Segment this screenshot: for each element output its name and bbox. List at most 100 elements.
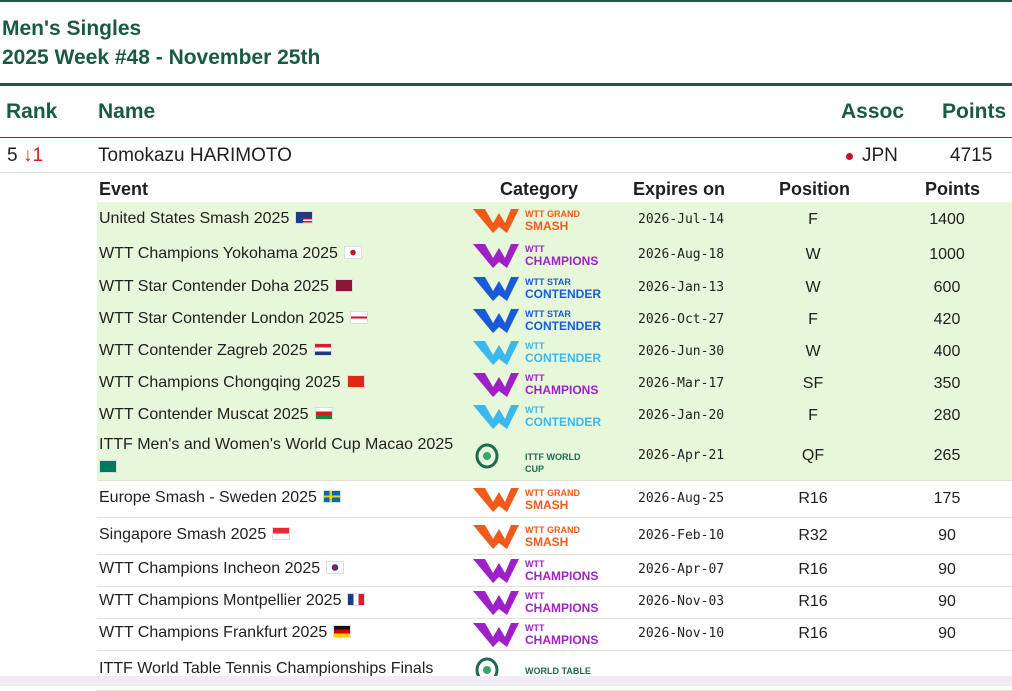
event-name[interactable]: WTT Champions Chongqing 2025	[99, 374, 365, 392]
event-row[interactable]: WTT Champions Incheon 2025 WTT CHAMPIONS 20…	[97, 554, 1012, 587]
player-row[interactable]: 5 ↓1 Tomokazu HARIMOTO JPN 4715	[0, 139, 1012, 173]
event-position: F	[808, 407, 818, 424]
event-name-text[interactable]: WTT Star Contender Doha 2025	[99, 278, 329, 295]
champions-logo-icon: WTT CHAMPIONS	[473, 240, 598, 270]
player-rank: 5	[7, 145, 18, 166]
event-position: R16	[798, 593, 828, 610]
event-row[interactable]: WTT Champions Frankfurt 2025 WTT CHAMPIONS…	[97, 618, 1012, 651]
event-name-text[interactable]: Singapore Smash 2025	[99, 526, 266, 543]
event-position: F	[808, 211, 818, 228]
event-col-header-expires: Expires on	[633, 179, 726, 199]
event-name-text[interactable]: ITTF World Table Tennis Championships Fi…	[99, 660, 433, 677]
event-points: 1400	[929, 211, 965, 228]
event-expires: 2026-Nov-10	[638, 626, 725, 641]
star-contender-logo-icon: WTT STAR CONTENDER	[473, 305, 601, 335]
flag-fr-icon	[347, 593, 366, 606]
category-logo-line2: CHAMPIONS	[525, 383, 599, 397]
event-expires: 2026-Aug-18	[638, 247, 725, 262]
event-name-text[interactable]: Europe Smash - Sweden 2025	[99, 489, 317, 506]
event-position: W	[805, 279, 821, 296]
col-header-points[interactable]: Points	[942, 100, 1006, 124]
event-row[interactable]: ITTF Men's and Women's World Cup Macao 2…	[97, 432, 1012, 481]
star-contender-logo-icon: WTT STAR CONTENDER	[473, 273, 601, 303]
event-expires: 2026-Jun-30	[638, 344, 725, 359]
flag-kr-icon	[326, 561, 345, 574]
event-name[interactable]: United States Smash 2025	[99, 210, 314, 228]
event-name[interactable]: WTT Champions Montpellier 2025	[99, 592, 366, 610]
event-row[interactable]: WTT Champions Montpellier 2025 WTT CHAMPIO…	[97, 586, 1012, 619]
event-points: 350	[933, 375, 961, 392]
category-logo-text: WTT STAR CONTENDER	[525, 308, 601, 332]
champions-logo-icon: WTT CHAMPIONS	[473, 587, 599, 617]
event-name[interactable]: Singapore Smash 2025	[99, 526, 291, 544]
col-header-rank[interactable]: Rank	[6, 100, 57, 124]
event-row[interactable]: WTT Champions Chongqing 2025 WTT CHAMPIONS…	[97, 368, 1012, 401]
event-name[interactable]: WTT Contender Zagreb 2025	[99, 342, 332, 360]
event-row[interactable]: Singapore Smash 2025 WTT GRAND SMASH 2026-F…	[97, 517, 1012, 555]
event-position: QF	[801, 447, 825, 464]
col-header-name[interactable]: Name	[98, 100, 155, 124]
event-name[interactable]: WTT Star Contender Doha 2025	[99, 278, 354, 296]
event-points: 280	[933, 407, 961, 424]
category-logo-line2: SMASH	[525, 535, 569, 549]
event-expires: 2026-Apr-21	[638, 448, 725, 463]
event-points: 90	[938, 625, 956, 642]
event-points: 1000	[929, 246, 965, 263]
category-logo-text: WTT GRAND SMASH	[525, 487, 580, 511]
category-logo-line2: CHAMPIONS	[525, 601, 599, 615]
event-row[interactable]: WTT Contender Muscat 2025 WTT CONTENDER 202…	[97, 400, 1012, 433]
event-name-text[interactable]: WTT Champions Yokohama 2025	[99, 245, 338, 262]
category-logo-line2: CHAMPIONS	[525, 569, 599, 583]
event-row[interactable]: Europe Smash - Sweden 2025 WTT GRAND SMASH…	[97, 480, 1012, 518]
category-logo-text: WTT GRAND SMASH	[525, 208, 580, 232]
event-name-text[interactable]: WTT Contender Muscat 2025	[99, 406, 309, 423]
event-col-header-points: Points	[925, 179, 981, 199]
event-name[interactable]: WTT Champions Yokohama 2025	[99, 245, 362, 263]
player-name[interactable]: Tomokazu HARIMOTO	[98, 145, 292, 167]
event-name[interactable]: WTT Star Contender London 2025	[99, 310, 369, 328]
champions-logo-icon: WTT CHAMPIONS	[473, 369, 599, 399]
event-name[interactable]: ITTF Men's and Women's World Cup Macao 2…	[99, 436, 453, 473]
flag-mo-icon	[99, 460, 117, 473]
event-name-text[interactable]: WTT Champions Montpellier 2025	[99, 592, 341, 609]
event-row[interactable]: WTT Star Contender Doha 2025 WTT STAR CONT…	[97, 272, 1012, 305]
category-logo-text: WTT CHAMPIONS	[525, 622, 598, 646]
event-name-text[interactable]: United States Smash 2025	[99, 210, 289, 227]
flag-en-icon	[350, 311, 369, 324]
title-line-1: Men's Singles	[2, 17, 142, 40]
event-name-text[interactable]: WTT Star Contender London 2025	[99, 310, 344, 327]
event-expires: 2026-Apr-07	[638, 562, 725, 577]
event-points: 265	[933, 447, 961, 464]
flag-om-icon	[314, 407, 333, 420]
horizontal-scrollbar[interactable]	[0, 676, 1012, 686]
top-border	[0, 0, 1012, 2]
event-row[interactable]: WTT Contender Zagreb 2025 WTT CONTENDER 202…	[97, 336, 1012, 369]
event-name[interactable]: WTT Champions Incheon 2025	[99, 560, 345, 578]
event-position: R16	[798, 490, 828, 507]
event-col-header-event: Event	[99, 179, 149, 199]
event-name[interactable]: WTT Contender Muscat 2025	[99, 406, 333, 424]
category-logo-text: ITTF WORLD CUP	[525, 451, 595, 475]
event-name-text[interactable]: WTT Champions Frankfurt 2025	[99, 624, 327, 641]
rank-change-down: ↓1	[23, 145, 44, 166]
event-name-text[interactable]: WTT Champions Incheon 2025	[99, 560, 320, 577]
event-name[interactable]: WTT Champions Frankfurt 2025	[99, 624, 352, 642]
category-logo-line2: SMASH	[525, 219, 569, 233]
col-header-assoc[interactable]: Assoc	[841, 100, 904, 124]
category-logo-text: WTT CHAMPIONS	[525, 243, 598, 267]
category-logo-line2: CONTENDER	[525, 351, 602, 365]
event-col-header-position: Position	[779, 179, 850, 199]
event-row[interactable]: WTT Star Contender London 2025 WTT STAR CO…	[97, 304, 1012, 337]
world-cup-logo-icon: ITTF WORLD CUP	[473, 441, 595, 474]
category-logo-line2: CONTENDER	[525, 287, 602, 301]
header-divider	[0, 83, 1012, 86]
event-position: R32	[798, 527, 828, 544]
event-row[interactable]: WTT Champions Yokohama 2025 WTT CHAMPIONS 2…	[97, 238, 1012, 273]
smash-logo-icon: WTT GRAND SMASH	[473, 205, 595, 235]
event-row[interactable]: United States Smash 2025 WTT GRAND SMASH 20…	[97, 202, 1012, 239]
event-name-text[interactable]: ITTF Men's and Women's World Cup Macao 2…	[99, 436, 453, 453]
event-name-text[interactable]: WTT Contender Zagreb 2025	[99, 342, 308, 359]
event-name[interactable]: Europe Smash - Sweden 2025	[99, 489, 341, 507]
event-name-text[interactable]: WTT Champions Chongqing 2025	[99, 374, 341, 391]
event-expires: 2026-Oct-27	[638, 312, 725, 327]
